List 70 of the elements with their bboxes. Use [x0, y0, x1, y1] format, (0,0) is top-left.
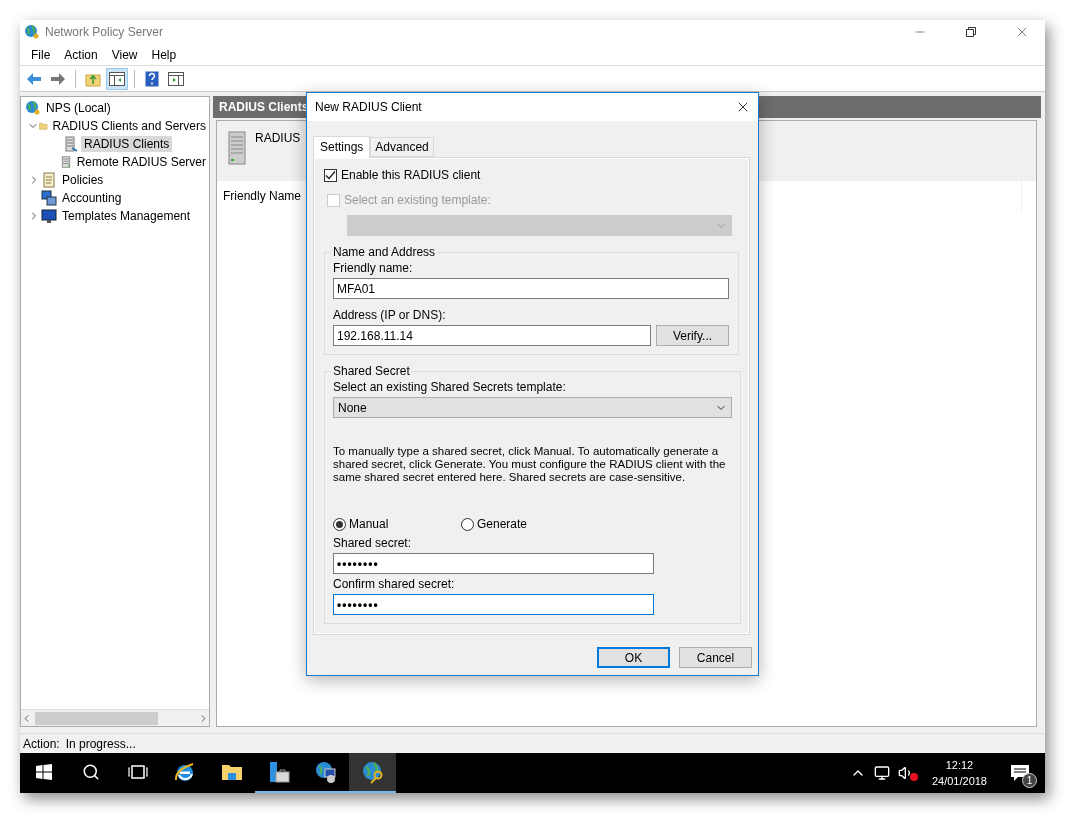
scroll-icon [41, 172, 57, 188]
field-label: Confirm shared secret: [333, 577, 456, 591]
window-title: Network Policy Server [45, 25, 165, 39]
field-label: Friendly name: [333, 261, 414, 275]
checkbox-label: Enable this RADIUS client [341, 168, 481, 182]
field-label: Shared secret: [333, 536, 413, 550]
tree-item[interactable]: RADIUS Clients [81, 136, 173, 152]
back-arrow-icon [26, 71, 42, 86]
computers-icon [41, 190, 57, 206]
password-field[interactable]: •••••••• [333, 594, 654, 615]
group-title: Shared Secret [332, 364, 411, 378]
dialog-button[interactable]: Cancel [679, 647, 752, 668]
server-icon [227, 131, 247, 165]
input-field[interactable]: MFA01 [333, 278, 729, 299]
search-icon [81, 763, 100, 781]
secret-template-dropdown[interactable]: None [333, 397, 732, 418]
password-field[interactable]: •••••••• [333, 553, 654, 574]
checkbox[interactable] [324, 168, 337, 182]
radio-label: Manual [349, 517, 389, 531]
field-label: Address (IP or DNS): [333, 308, 447, 322]
folder-icon [220, 763, 243, 781]
help-text: To manually type a shared secret, click Manual. To automatically generate a shared secret, click Generate. You must configure the RADIUS client with the same shared secret entered here. Shared secrets are case-sensitive. [333, 445, 727, 484]
server-icon [63, 136, 79, 152]
radio-button[interactable] [461, 517, 474, 531]
pane-icon [168, 71, 184, 86]
status-label: Action: [23, 736, 60, 751]
menu-item[interactable]: Help [144, 45, 184, 64]
column-header[interactable]: Friendly Name [223, 189, 302, 203]
group-title: Name and Address [332, 245, 437, 259]
forward-arrow-icon [50, 71, 66, 86]
horizontal-scrollbar[interactable] [21, 709, 209, 726]
globe-key-icon [24, 24, 40, 40]
menu-item[interactable]: Action [57, 45, 105, 64]
globe-key-icon [25, 100, 41, 116]
globe-key-icon [360, 760, 385, 784]
tree-item[interactable]: Policies [59, 172, 107, 188]
checkbox-label: Select an existing template: [344, 193, 491, 207]
task-view-icon [127, 765, 148, 779]
radio-button[interactable] [333, 517, 346, 531]
tree-item[interactable]: Accounting [59, 190, 125, 206]
taskbar-button[interactable] [349, 753, 396, 793]
windows-logo-icon [35, 764, 52, 780]
tab[interactable]: Settings [313, 136, 371, 158]
server-icon [59, 154, 72, 170]
clock-time: 12:12 [945, 758, 974, 773]
radio-label: Generate [477, 517, 528, 531]
dialog-title: New RADIUS Client [315, 100, 423, 114]
globe-monitor-icon [313, 760, 338, 784]
dialog-button[interactable]: OK [597, 647, 670, 668]
clock-date: 24/01/2018 [931, 774, 987, 789]
status-text: In progress... [65, 736, 136, 751]
toolbar-button[interactable] [106, 67, 128, 90]
tree-item[interactable]: Templates Management [59, 208, 194, 224]
menu-item[interactable]: File [24, 45, 58, 64]
notification-count: 1 [1022, 773, 1037, 788]
verify-button[interactable]: Verify... [656, 325, 729, 346]
pane-icon [109, 71, 125, 86]
tab[interactable]: Advanced [370, 137, 434, 157]
pane-heading: RADIUS [255, 131, 301, 147]
help-icon [145, 70, 159, 87]
monitor-icon [41, 208, 57, 224]
tree-item[interactable]: RADIUS Clients and Servers [49, 118, 209, 134]
field-label: Select an existing Shared Secrets template: [333, 380, 567, 394]
input-field[interactable]: 192.168.11.14 [333, 325, 651, 346]
menu-item[interactable]: View [104, 45, 145, 64]
network-icon[interactable] [873, 765, 890, 781]
tree-item[interactable]: Remote RADIUS Server [73, 154, 209, 170]
notification-button[interactable]: 1 [1005, 758, 1035, 788]
restore-icon [966, 27, 976, 37]
tree-item[interactable]: NPS (Local) [43, 100, 114, 116]
